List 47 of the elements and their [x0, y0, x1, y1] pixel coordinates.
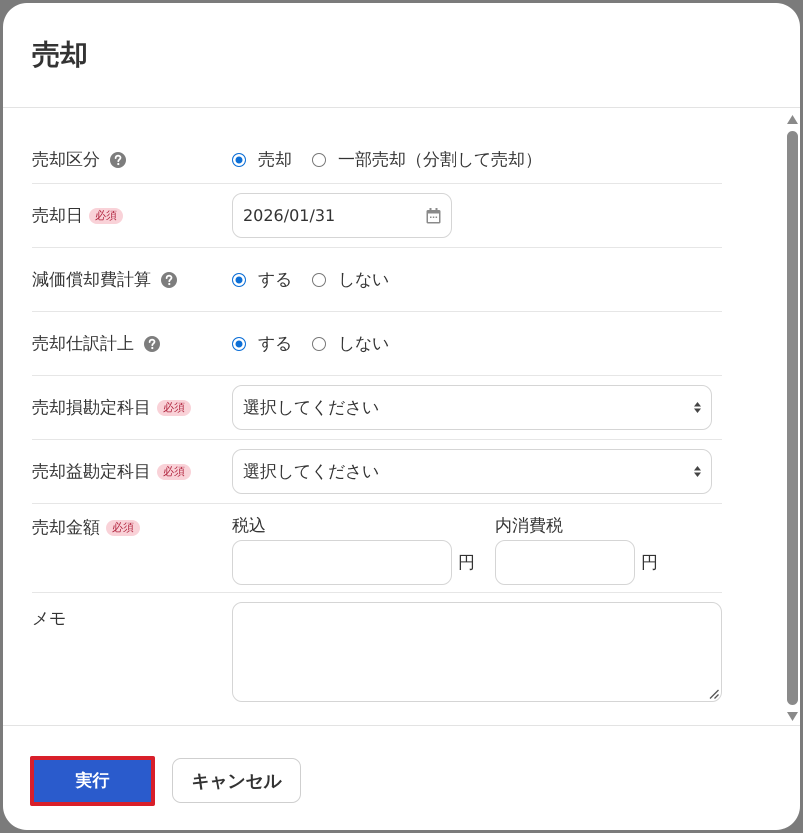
required-badge: 必須	[106, 520, 140, 536]
radio-button[interactable]	[312, 272, 326, 286]
down-arrow-icon[interactable]	[787, 712, 798, 721]
select-field[interactable]: 選択してください	[232, 449, 712, 494]
field-label: 売却益勘定科目	[32, 460, 151, 484]
radio-label[interactable]: する	[258, 332, 292, 356]
field-label: メモ	[32, 608, 66, 631]
field-label: 売却金額	[32, 517, 100, 540]
input-field[interactable]	[495, 540, 635, 585]
radio-label[interactable]: する	[258, 268, 292, 292]
radio-button[interactable]	[232, 153, 246, 167]
field-label: 売却区分	[32, 149, 100, 172]
field-label: 売却日	[32, 204, 83, 228]
help-icon[interactable]	[161, 272, 177, 288]
scrollbar-thumb[interactable]	[787, 131, 798, 705]
execute-button[interactable]: 実行	[30, 756, 155, 806]
radio-label[interactable]: 売却	[258, 148, 292, 172]
required-badge: 必須	[89, 208, 123, 224]
cancel-button[interactable]: キャンセル	[172, 758, 301, 803]
up-arrow-icon[interactable]	[787, 115, 798, 124]
radio-button[interactable]	[232, 272, 246, 286]
resize-grip-icon[interactable]	[709, 689, 719, 699]
date-field[interactable]: 2026/01/31	[232, 193, 452, 238]
radio-button[interactable]	[312, 153, 326, 167]
updown-caret-icon[interactable]	[694, 402, 701, 413]
updown-caret-icon[interactable]	[694, 466, 701, 477]
radio-label[interactable]: しない	[338, 268, 389, 292]
unit-label: 円	[458, 552, 475, 574]
radio-button[interactable]	[312, 336, 326, 350]
memo-field[interactable]	[232, 602, 722, 702]
required-badge: 必須	[157, 400, 191, 416]
radio-button[interactable]	[232, 336, 246, 350]
unit-label: 円	[641, 552, 658, 574]
radio-label[interactable]: しない	[338, 332, 389, 356]
field-label: 減価償却費計算	[32, 268, 151, 292]
required-badge: 必須	[157, 464, 191, 480]
field-label: 売却仕訳計上	[32, 332, 134, 356]
help-icon[interactable]	[144, 336, 160, 352]
select-field[interactable]: 選択してください	[232, 385, 712, 430]
calendar-icon[interactable]	[426, 208, 441, 224]
dialog-title: 売却	[32, 37, 88, 73]
field-label: 売却損勘定科目	[32, 396, 151, 420]
field-label: 内消費税	[495, 515, 564, 538]
input-field[interactable]	[232, 540, 452, 585]
radio-label[interactable]: 一部売却（分割して売却）	[338, 148, 542, 172]
field-label: 税込	[232, 515, 267, 538]
help-icon[interactable]	[110, 152, 126, 168]
